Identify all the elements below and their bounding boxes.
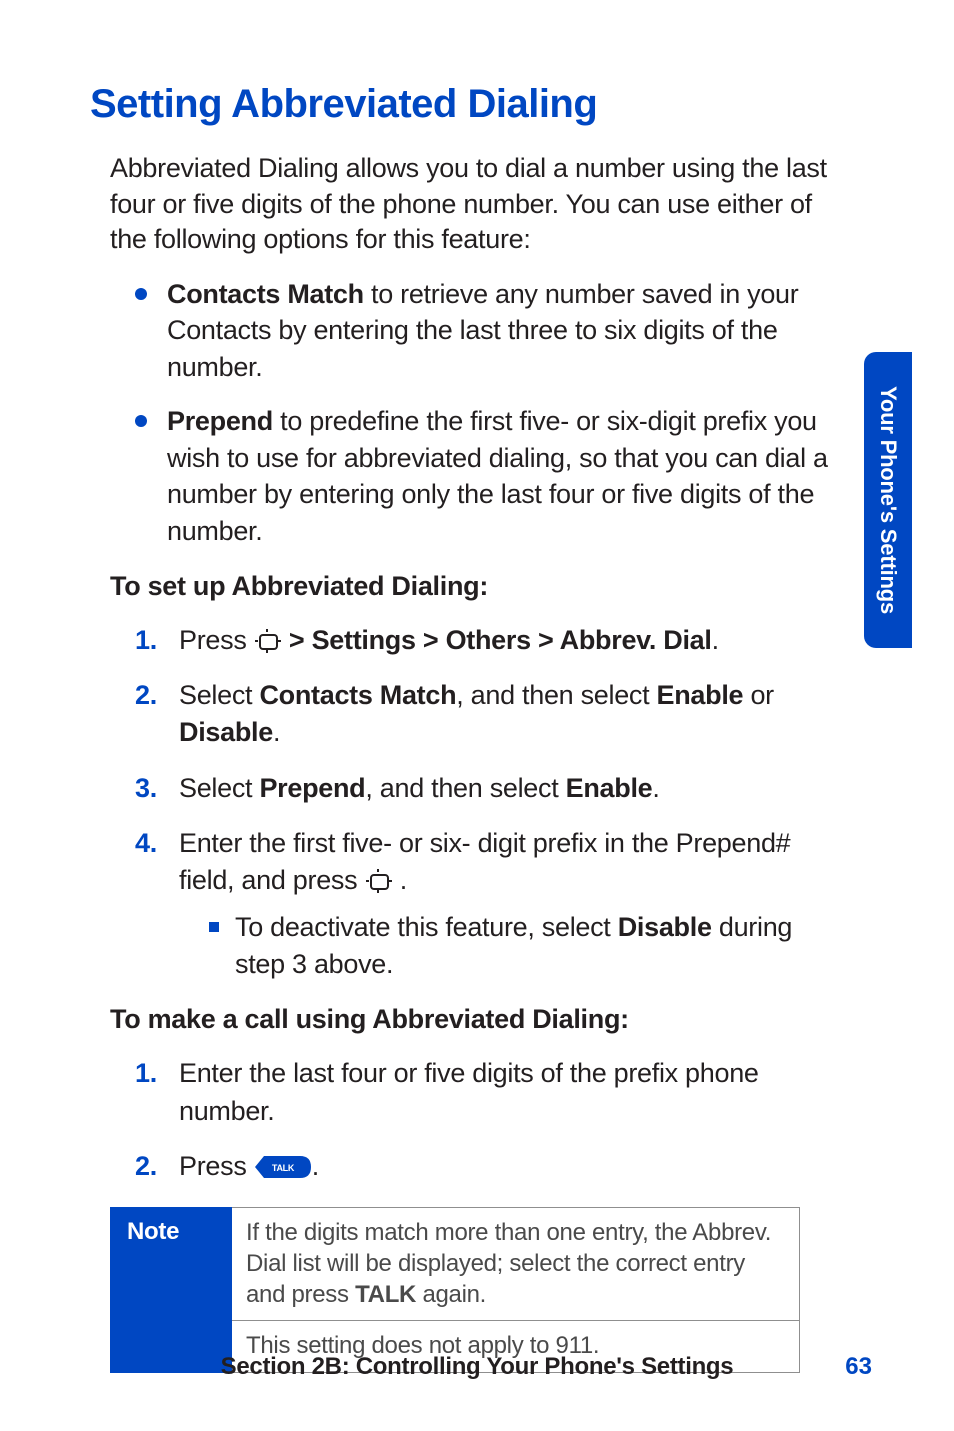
step-text: . bbox=[652, 773, 659, 803]
page-footer: Section 2B: Controlling Your Phone's Set… bbox=[0, 1353, 954, 1381]
talk-button-icon: TALK bbox=[254, 1153, 312, 1181]
note-bold: TALK bbox=[355, 1281, 416, 1308]
step-bold: Prepend bbox=[259, 773, 365, 803]
page-number: 63 bbox=[845, 1353, 872, 1381]
note-box: Note If the digits match more than one e… bbox=[110, 1207, 800, 1373]
step-2: Press TALK . bbox=[135, 1148, 840, 1185]
steps-setup: Press > Settings > Others > Abbrev. Dial… bbox=[135, 622, 840, 982]
sub-text: To deactivate this feature, select bbox=[235, 912, 618, 942]
page-title: Setting Abbreviated Dialing bbox=[90, 82, 840, 127]
nav-key-icon bbox=[254, 629, 282, 653]
feature-term: Prepend bbox=[167, 406, 273, 436]
step-text: Enter the first five- or six- digit pref… bbox=[179, 828, 790, 895]
feature-prepend: Prepend to predefine the first five- or … bbox=[135, 403, 840, 549]
step-text: Press bbox=[179, 625, 254, 655]
feature-term: Contacts Match bbox=[167, 279, 364, 309]
step-1: Enter the last four or five digits of th… bbox=[135, 1055, 840, 1130]
step-path: > Settings > Others > Abbrev. Dial bbox=[282, 625, 712, 655]
step-text: . bbox=[273, 717, 280, 747]
nav-key-icon bbox=[365, 869, 393, 893]
step-bold: Disable bbox=[179, 717, 273, 747]
steps-makecall: Enter the last four or five digits of th… bbox=[135, 1055, 840, 1185]
step-2: Select Contacts Match, and then select E… bbox=[135, 677, 840, 752]
subhead-setup: To set up Abbreviated Dialing: bbox=[110, 571, 840, 602]
step-text: , and then select bbox=[456, 680, 656, 710]
main-content: Setting Abbreviated Dialing Abbreviated … bbox=[90, 82, 840, 1373]
feature-list: Contacts Match to retrieve any number sa… bbox=[135, 276, 840, 549]
step-text: , and then select bbox=[365, 773, 565, 803]
note-label: Note bbox=[111, 1208, 232, 1373]
feature-contacts-match: Contacts Match to retrieve any number sa… bbox=[135, 276, 840, 385]
subhead-makecall: To make a call using Abbreviated Dialing… bbox=[110, 1004, 840, 1035]
side-tab: Your Phone's Settings bbox=[864, 352, 912, 648]
step-text: or bbox=[743, 680, 774, 710]
step-bold: Enable bbox=[566, 773, 653, 803]
note-text: If the digits match more than one entry,… bbox=[246, 1219, 771, 1307]
step-text: Press bbox=[179, 1151, 254, 1181]
step-bold: Contacts Match bbox=[259, 680, 456, 710]
step-text: Select bbox=[179, 773, 259, 803]
step-text: . bbox=[312, 1151, 319, 1181]
step-bold: Enable bbox=[657, 680, 744, 710]
step-text: Enter the last four or five digits of th… bbox=[179, 1058, 759, 1125]
sub-bullet: To deactivate this feature, select Disab… bbox=[209, 909, 840, 982]
step-3: Select Prepend, and then select Enable. bbox=[135, 770, 840, 807]
note-text: again. bbox=[416, 1281, 486, 1308]
step-text: Select bbox=[179, 680, 259, 710]
step-text: . bbox=[393, 865, 407, 895]
sub-bullets: To deactivate this feature, select Disab… bbox=[209, 909, 840, 982]
footer-text: Section 2B: Controlling Your Phone's Set… bbox=[221, 1353, 734, 1380]
talk-label: TALK bbox=[272, 1163, 295, 1173]
step-1: Press > Settings > Others > Abbrev. Dial… bbox=[135, 622, 840, 659]
sub-bold: Disable bbox=[618, 912, 712, 942]
intro-paragraph: Abbreviated Dialing allows you to dial a… bbox=[110, 151, 840, 258]
step-4: Enter the first five- or six- digit pref… bbox=[135, 825, 840, 982]
step-post: . bbox=[712, 625, 719, 655]
side-tab-label: Your Phone's Settings bbox=[875, 386, 901, 614]
note-row-1: If the digits match more than one entry,… bbox=[232, 1208, 800, 1321]
